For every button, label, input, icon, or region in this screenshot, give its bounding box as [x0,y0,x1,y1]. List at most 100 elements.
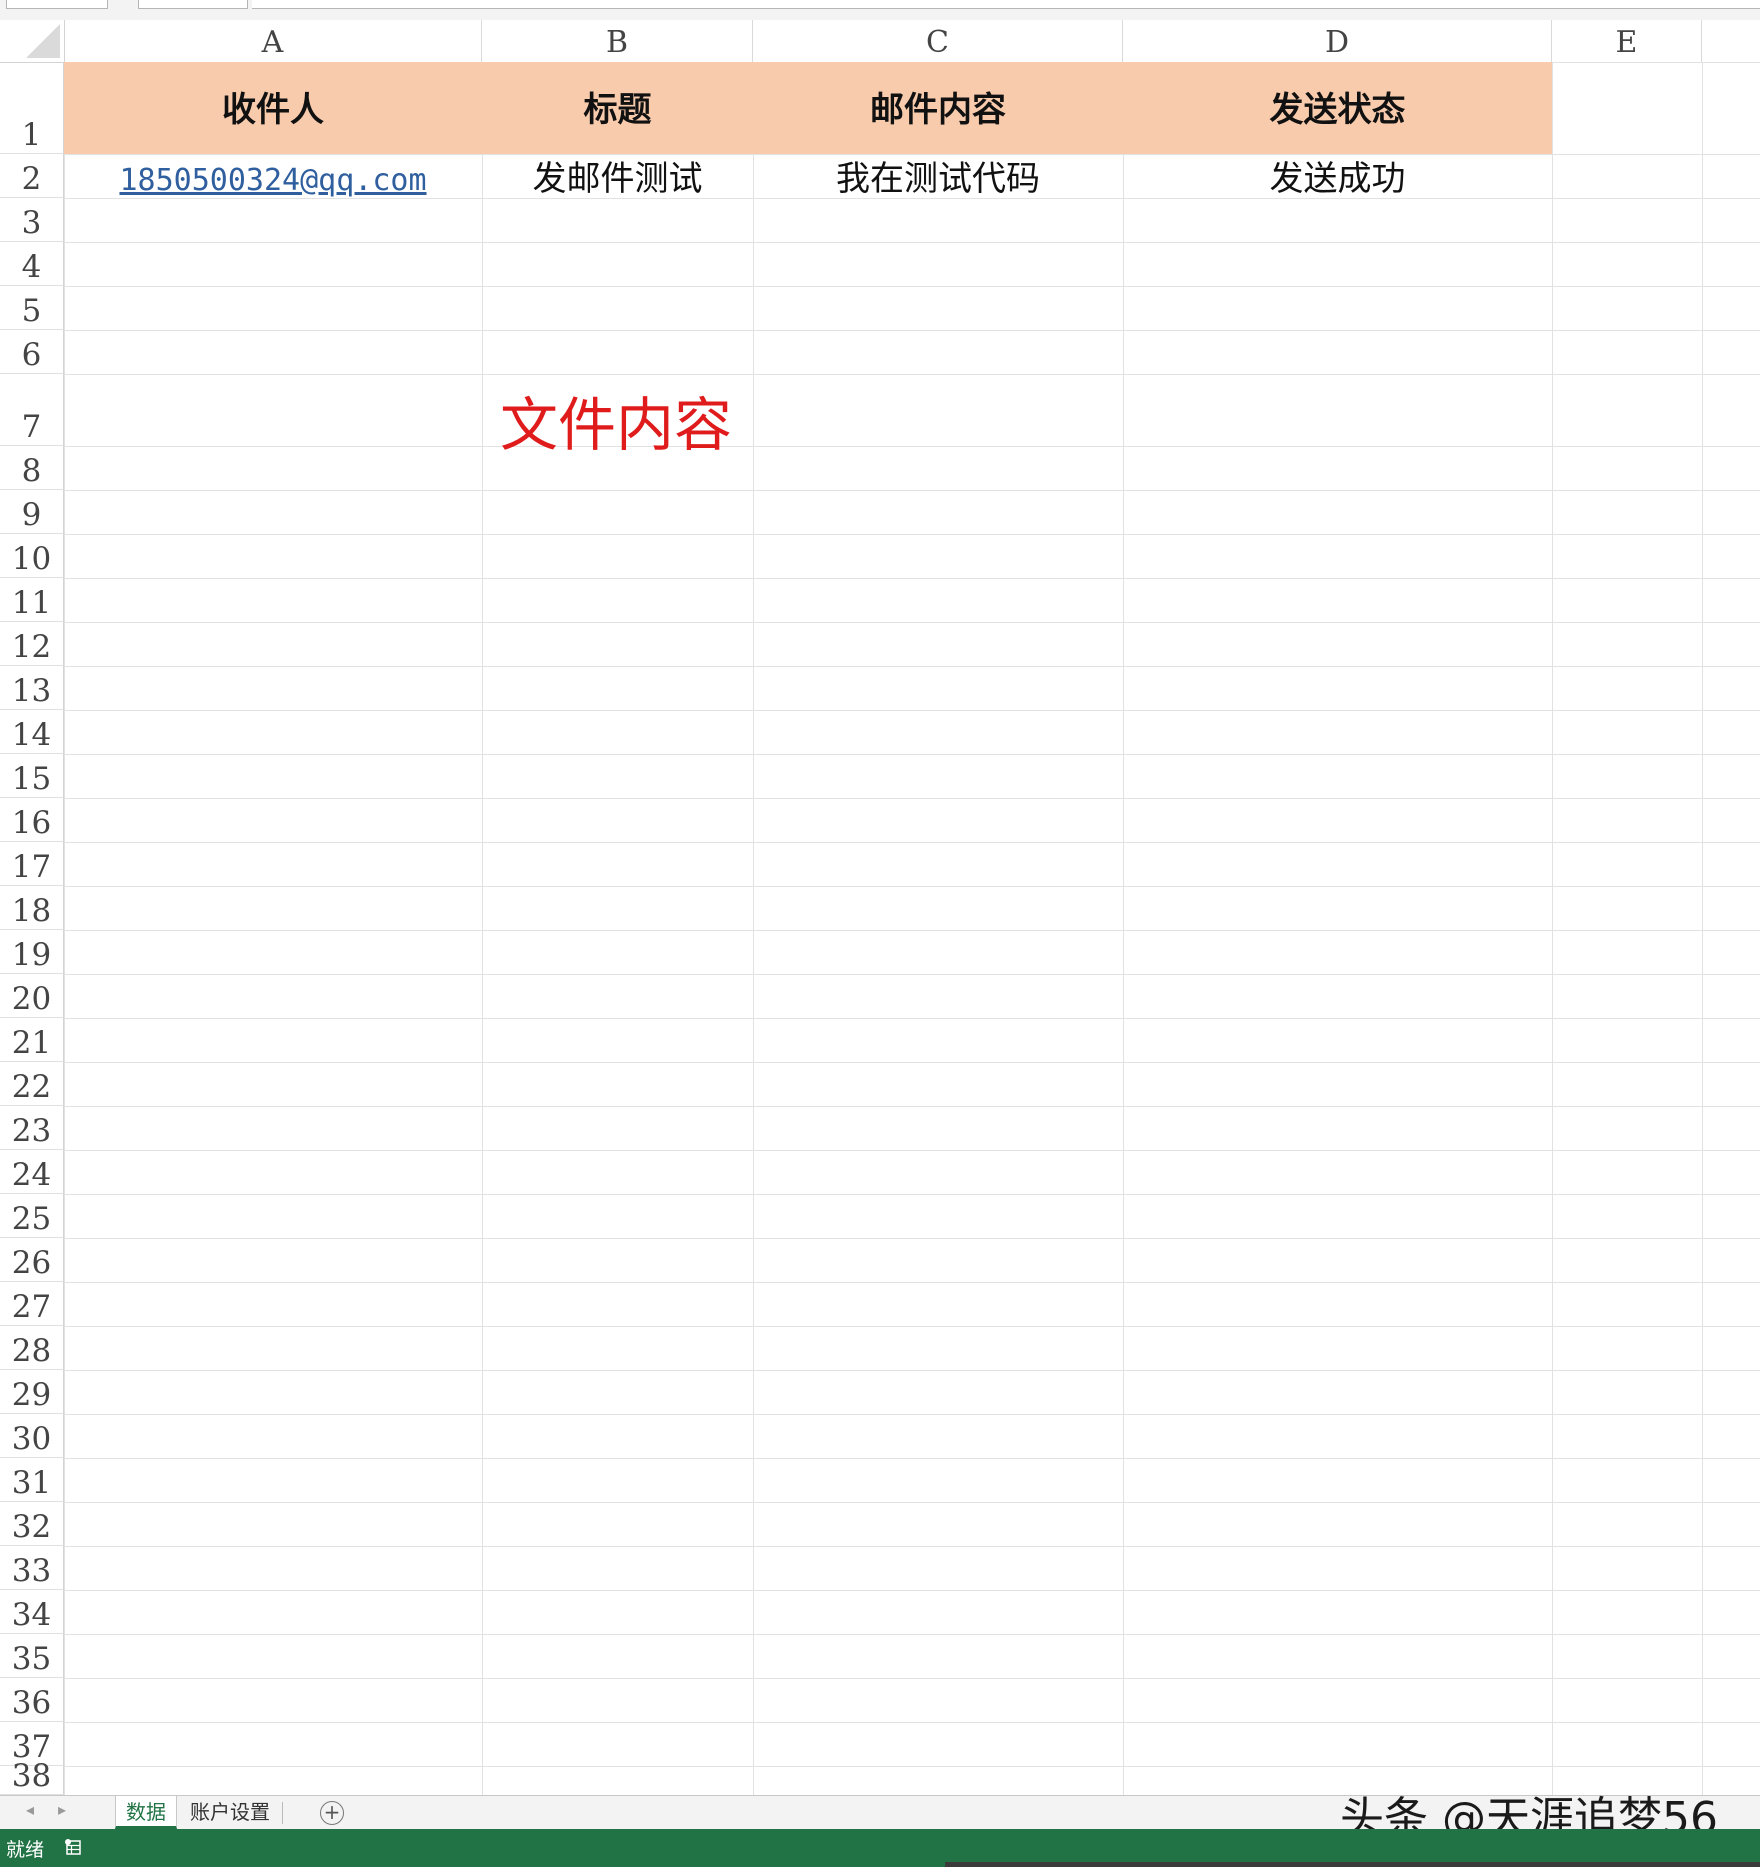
select-all-button[interactable] [0,20,65,62]
grid-hline [64,1458,1760,1459]
row-header-12[interactable]: 12 [0,622,64,666]
column-header-c[interactable]: C [753,20,1123,62]
grid-hline [64,1282,1760,1283]
grid-hline [64,1062,1760,1063]
row-header-14[interactable]: 14 [0,710,64,754]
row-header-16[interactable]: 16 [0,798,64,842]
grid-hline [64,1634,1760,1635]
row-header-25[interactable]: 25 [0,1194,64,1238]
row-header-38[interactable]: 38 [0,1758,64,1795]
row-header-36[interactable]: 36 [0,1678,64,1722]
row-header-17[interactable]: 17 [0,842,64,886]
sheet-tab-account-settings[interactable]: 账户设置 [180,1796,280,1829]
row-header-4[interactable]: 4 [0,242,64,286]
grid-hline [64,710,1760,711]
column-header-row: A B C D E [0,20,1760,63]
row-header-21[interactable]: 21 [0,1018,64,1062]
row-header-23[interactable]: 23 [0,1106,64,1150]
row-header-2[interactable]: 2 [0,154,64,198]
grid-hline [64,1590,1760,1591]
add-sheet-icon[interactable]: + [320,1801,344,1825]
row-header-19[interactable]: 19 [0,930,64,974]
cell-a1-recipient-header[interactable]: 收件人 [64,62,482,154]
grid-hline [64,446,1760,447]
email-link[interactable]: 1850500324@qq.com [119,163,426,198]
grid-hline [64,754,1760,755]
row-header-10[interactable]: 10 [0,534,64,578]
grid-hline [64,666,1760,667]
grid-hline [64,286,1760,287]
grid-hline [64,1546,1760,1547]
grid-hline [64,1678,1760,1679]
cell-b1-subject-header[interactable]: 标题 [482,62,753,154]
row-header-18[interactable]: 18 [0,886,64,930]
row-header-15[interactable]: 15 [0,754,64,798]
row-header-13[interactable]: 13 [0,666,64,710]
cell-b2-subject[interactable]: 发邮件测试 [482,154,753,199]
cell-a2-recipient[interactable]: 1850500324@qq.com [64,154,482,198]
row-header-26[interactable]: 26 [0,1238,64,1282]
macro-record-icon[interactable] [64,1838,82,1856]
column-header-a[interactable]: A [64,20,482,62]
row-header-32[interactable]: 32 [0,1502,64,1546]
grid-hline [64,242,1760,243]
column-header-d[interactable]: D [1123,20,1552,62]
row-header-29[interactable]: 29 [0,1370,64,1414]
status-ready: 就绪 [6,1839,45,1861]
grid-hline [64,842,1760,843]
grid-hline [64,1326,1760,1327]
cell-d2-status[interactable]: 发送成功 [1123,154,1552,199]
row-header-7[interactable]: 7 [0,374,64,446]
row-header-28[interactable]: 28 [0,1326,64,1370]
row-header-31[interactable]: 31 [0,1458,64,1502]
select-all-icon [26,24,60,58]
status-bar-strip [945,1862,1760,1867]
grid-hline [64,578,1760,579]
name-box[interactable] [6,0,108,9]
row-header-33[interactable]: 33 [0,1546,64,1590]
grid-hline [64,798,1760,799]
grid-hline [64,974,1760,975]
row-header-30[interactable]: 30 [0,1414,64,1458]
formula-input[interactable] [252,0,1760,9]
status-bar: 就绪 [0,1829,1760,1867]
grid-hline [64,1238,1760,1239]
row-header-27[interactable]: 27 [0,1282,64,1326]
formula-bar [0,0,1760,21]
row-header-22[interactable]: 22 [0,1062,64,1106]
row-header-9[interactable]: 9 [0,490,64,534]
row-header-6[interactable]: 6 [0,330,64,374]
grid-vline [1123,62,1124,1795]
grid-vline [64,62,65,1795]
column-header-b[interactable]: B [482,20,753,62]
row-header-24[interactable]: 24 [0,1150,64,1194]
grid-hline [64,1150,1760,1151]
row-header-1[interactable]: 1 [0,62,64,154]
cell-d1-status-header[interactable]: 发送状态 [1123,62,1552,154]
column-header-e[interactable]: E [1552,20,1702,62]
cell-c1-content-header[interactable]: 邮件内容 [753,62,1123,154]
row-header-11[interactable]: 11 [0,578,64,622]
grid-hline [64,1018,1760,1019]
scroll-left-icon[interactable]: ◂ [26,1800,34,1819]
grid-hline [64,490,1760,491]
grid-hline [64,622,1760,623]
row-header-20[interactable]: 20 [0,974,64,1018]
grid-vline [482,62,483,1795]
row-header-5[interactable]: 5 [0,286,64,330]
function-buttons[interactable] [138,0,248,9]
row-header-8[interactable]: 8 [0,446,64,490]
grid-hline [64,886,1760,887]
grid-vline [1702,62,1703,1795]
grid-vline [1552,62,1553,1795]
row-header-3[interactable]: 3 [0,198,64,242]
grid-hline [64,1414,1760,1415]
row-header-34[interactable]: 34 [0,1590,64,1634]
scroll-right-icon[interactable]: ▸ [58,1800,66,1819]
row-header-35[interactable]: 35 [0,1634,64,1678]
grid-hline [64,1502,1760,1503]
cell-c2-content[interactable]: 我在测试代码 [753,154,1123,199]
grid-hline [64,1722,1760,1723]
sheet-tab-data[interactable]: 数据 [115,1796,177,1829]
grid-hline [64,330,1760,331]
